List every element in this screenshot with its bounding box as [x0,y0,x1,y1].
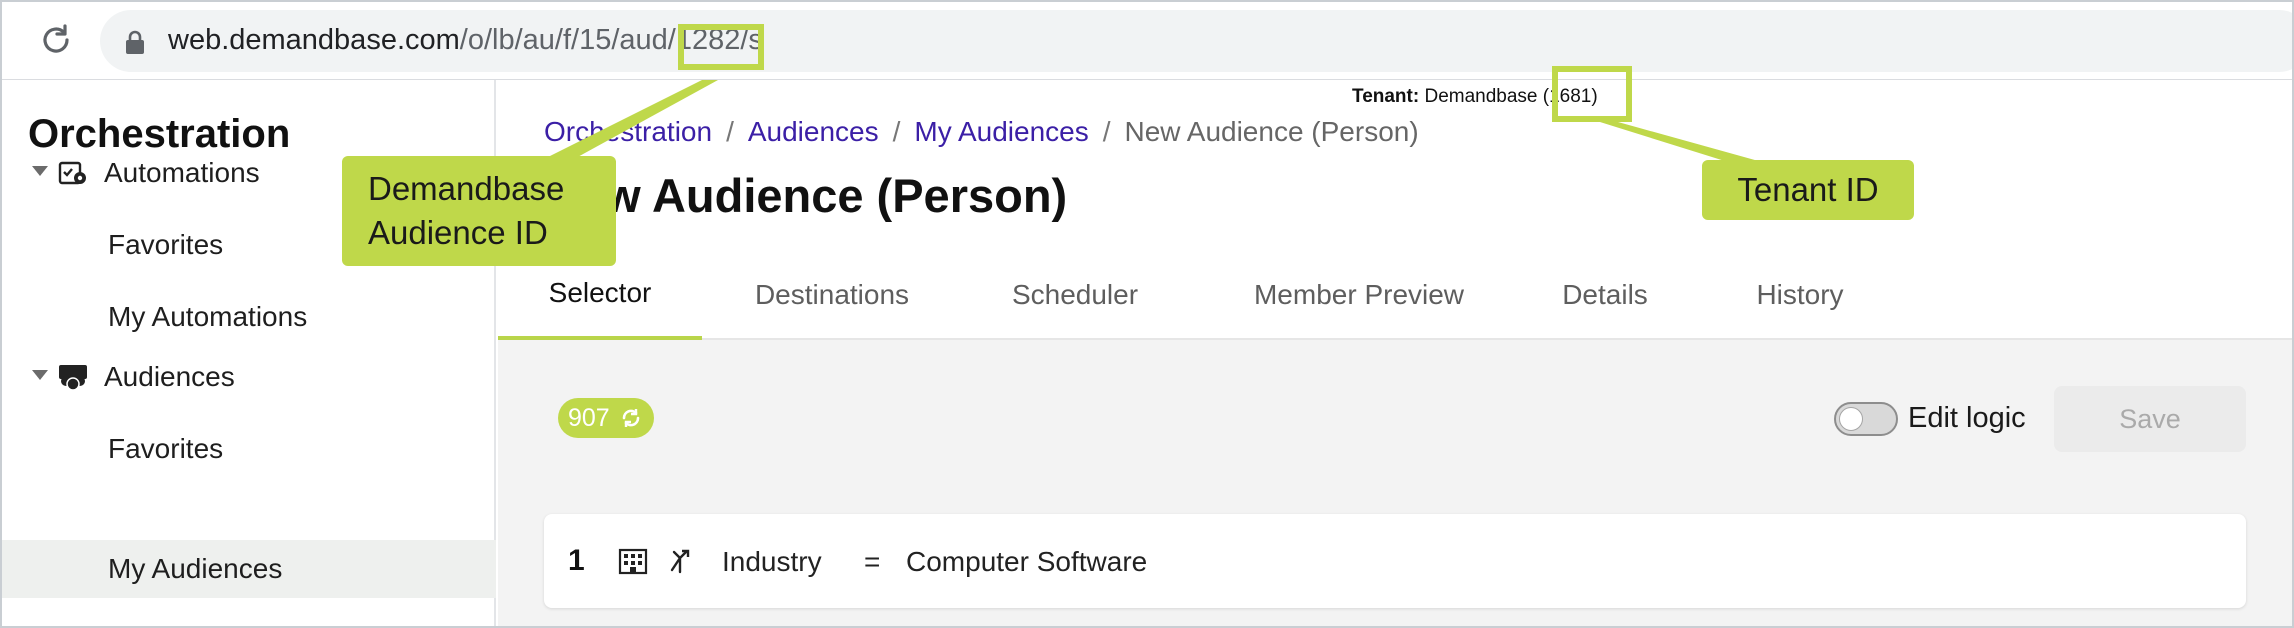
tab-scheduler[interactable]: Scheduler [1002,250,1148,340]
reload-icon[interactable] [38,22,74,58]
audience-id-callout-line2: Audience ID [368,214,548,251]
audience-id-highlight [678,24,764,70]
screenshot-frame: web.demandbase.com/o/lb/au/f/15/aud/1282… [0,0,2294,628]
refresh-icon[interactable] [620,407,642,429]
tenant-id-callout: Tenant ID [1702,160,1914,220]
sidebar-item-my-automations[interactable]: My Automations [2,288,496,346]
breadcrumb: Orchestration / Audiences / My Audiences / New… [544,116,1419,148]
sidebar-item-label: Favorites [108,433,224,464]
selector-content: 907 Edit logic Save 1 Industry = Compute… [498,340,2292,626]
automation-gear-icon [58,161,86,185]
audience-id-callout-line1: Demandbase [368,170,565,207]
save-button[interactable]: Save [2054,386,2246,452]
rule-operator[interactable]: = [864,546,880,578]
tenant-id-highlight [1552,66,1632,122]
edit-logic-toggle[interactable] [1834,402,1898,436]
main-panel: Tenant: Demandbase (1681) Orchestration /… [498,80,2292,626]
sidebar-group-audiences[interactable]: Audiences [2,348,496,406]
breadcrumb-current: New Audience (Person) [1124,116,1419,147]
tab-history[interactable]: History [1746,250,1854,340]
audience-people-icon [59,365,87,391]
sidebar-item-my-audiences[interactable]: My Audiences [2,540,496,598]
member-count: 907 [568,403,610,432]
rule-row[interactable]: 1 Industry = Computer Software [544,514,2246,608]
sidebar-item-audience-favorites[interactable]: Favorites [2,420,496,478]
sidebar-group-label: Audiences [104,361,235,392]
sidebar-item-label: My Audiences [108,553,283,584]
url-host: web.demandbase.com [168,24,460,56]
tenant-label: Tenant: [1352,86,1420,107]
building-icon [618,548,648,575]
breadcrumb-orchestration[interactable]: Orchestration [544,116,712,147]
breadcrumb-separator: / [726,116,734,147]
toggle-knob [1839,407,1863,431]
merge-arrow-icon [670,549,690,574]
caret-down-icon[interactable] [32,370,48,380]
sidebar-item-label: Favorites [108,229,224,260]
page-title: New Audience (Person) [544,169,1068,222]
rule-value[interactable]: Computer Software [906,546,1147,578]
tab-bar: Selector Destinations Scheduler Member P… [498,250,2292,340]
lock-icon [126,30,144,54]
sidebar-group-label: Automations [104,157,260,188]
sidebar-item-label: My Automations [108,301,308,332]
address-bar[interactable]: web.demandbase.com/o/lb/au/f/15/aud/1282… [100,10,2292,72]
breadcrumb-separator: / [1102,116,1111,147]
caret-down-icon[interactable] [32,166,48,176]
edit-logic-label: Edit logic [1908,402,2026,434]
tab-details[interactable]: Details [1550,250,1660,340]
tab-member-preview[interactable]: Member Preview [1234,250,1484,340]
audience-id-callout: Demandbase Audience ID [342,156,616,266]
rule-field[interactable]: Industry [722,546,822,578]
rule-index: 1 [568,544,585,577]
member-count-badge[interactable]: 907 [558,398,654,438]
browser-toolbar: web.demandbase.com/o/lb/au/f/15/aud/1282… [2,2,2292,80]
url-text: web.demandbase.com/o/lb/au/f/15/aud/1282… [168,24,763,57]
breadcrumb-my-audiences[interactable]: My Audiences [914,116,1088,147]
breadcrumb-separator: / [892,116,901,147]
breadcrumb-audiences[interactable]: Audiences [748,116,879,147]
tab-destinations[interactable]: Destinations [734,250,930,340]
